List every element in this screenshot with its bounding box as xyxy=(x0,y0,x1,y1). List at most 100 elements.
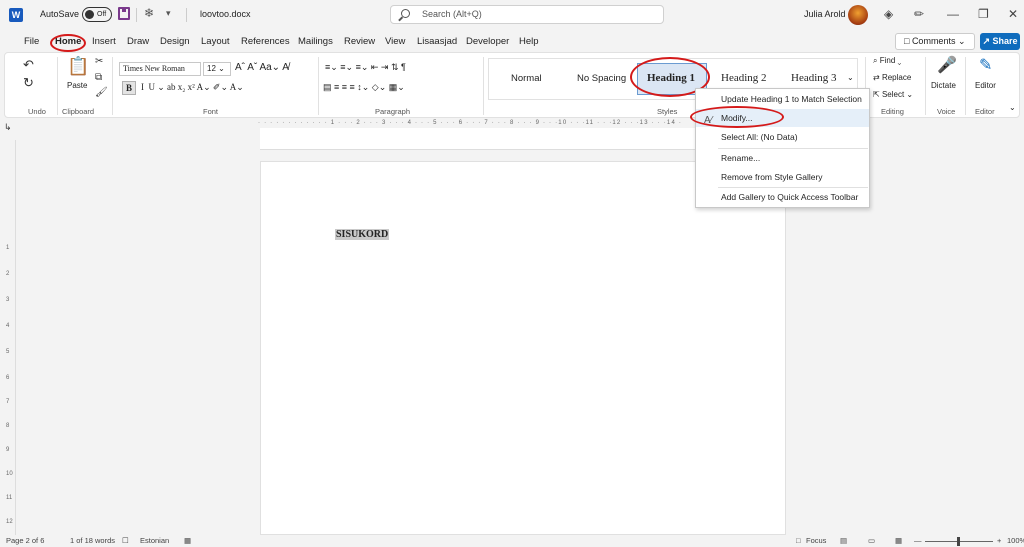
group-label-editing: Editing xyxy=(881,107,904,116)
vruler-number: 12 xyxy=(6,519,13,525)
menu-item-add-to-qat[interactable]: Add Gallery to Quick Access Toolbar xyxy=(696,188,869,206)
styles-scroll-icon[interactable]: ⌄ xyxy=(847,73,854,82)
tab-stop-selector[interactable]: ↳ xyxy=(4,122,12,133)
save-icon[interactable] xyxy=(118,7,130,20)
status-bar: Page 2 of 6 1 of 18 words ☐ Estonian ▦ □… xyxy=(0,535,1024,547)
read-mode-icon[interactable]: ▤ xyxy=(840,536,847,545)
style-normal[interactable]: Normal xyxy=(511,73,542,84)
vruler-number: 7 xyxy=(6,399,10,405)
language[interactable]: Estonian xyxy=(140,536,169,545)
find-button[interactable]: ⌕ Find ⌄ xyxy=(873,56,901,66)
editor-label[interactable]: Editor xyxy=(975,81,996,90)
focus-label[interactable]: Focus xyxy=(806,536,826,545)
quick-access-icon[interactable]: ❄ xyxy=(144,6,154,20)
tab-mailings[interactable]: Mailings xyxy=(298,36,333,47)
tab-developer[interactable]: Developer xyxy=(466,36,509,47)
title-bar: W AutoSave Off ❄ ▾ loovtoo.docx Search (… xyxy=(0,0,1024,30)
avatar[interactable] xyxy=(848,5,868,25)
document-page[interactable]: SISUKORD xyxy=(260,161,786,535)
minimize-icon[interactable]: — xyxy=(947,7,959,21)
font-size-value: 12 xyxy=(207,64,216,73)
group-divider xyxy=(57,57,58,115)
pen-icon[interactable]: ✏ xyxy=(914,7,924,21)
menu-item-remove-from-gallery[interactable]: Remove from Style Gallery xyxy=(696,168,869,186)
comments-button[interactable]: □ Comments ⌄ xyxy=(895,33,975,50)
style-heading-2[interactable]: Heading 2 xyxy=(721,72,767,84)
copy-icon[interactable]: ⧉ xyxy=(95,72,102,83)
tab-design[interactable]: Design xyxy=(160,36,190,47)
zoom-out-icon[interactable]: — xyxy=(914,536,922,545)
align-icons[interactable]: ▤ ≡ ≡ ≡ ↕⌄ ◇⌄ ▦⌄ xyxy=(323,82,405,93)
group-label-clipboard: Clipboard xyxy=(62,107,95,116)
collapse-ribbon-icon[interactable]: ⌄ xyxy=(1009,103,1016,112)
style-no-spacing[interactable]: No Spacing xyxy=(577,73,626,84)
undo-icon[interactable]: ↶ xyxy=(23,57,34,73)
paste-icon[interactable]: 📋 xyxy=(67,56,89,77)
microphone-icon[interactable]: 🎤 xyxy=(937,55,957,75)
tab-file[interactable]: File xyxy=(24,36,39,47)
close-icon[interactable]: ✕ xyxy=(1008,7,1018,21)
tab-help[interactable]: Help xyxy=(519,36,539,47)
vertical-ruler[interactable]: 1 2 3 4 5 6 7 8 9 10 11 12 xyxy=(4,140,16,535)
paste-label[interactable]: Paste xyxy=(67,81,87,90)
restore-icon[interactable]: ❐ xyxy=(978,7,989,21)
vruler-number: 4 xyxy=(6,323,10,329)
grow-font-icon[interactable]: Aˆ Aˇ Aa⌄ A̸ xyxy=(235,62,289,73)
replace-button[interactable]: ⇄ Replace xyxy=(873,73,911,82)
diamond-icon[interactable]: ◈ xyxy=(884,7,893,21)
tab-layout[interactable]: Layout xyxy=(201,36,230,47)
group-label-paragraph: Paragraph xyxy=(375,107,411,116)
autosave-label: AutoSave xyxy=(40,9,80,19)
group-divider xyxy=(925,57,926,115)
tab-lisaasjad[interactable]: Lisaasjad xyxy=(417,36,457,47)
document-filename[interactable]: loovtoo.docx xyxy=(200,9,251,19)
group-label-font: Font xyxy=(203,107,219,116)
tab-insert[interactable]: Insert xyxy=(92,36,116,47)
comments-label: Comments xyxy=(911,36,956,46)
style-context-menu: Update Heading 1 to Match Selection A⁄ M… xyxy=(695,88,870,208)
list-icons[interactable]: ≡⌄ ≡⌄ ≡⌄ ⇤ ⇥ ⇅ ¶ xyxy=(325,62,406,73)
zoom-in-icon[interactable]: + xyxy=(997,536,1001,545)
tab-home[interactable]: Home xyxy=(55,36,81,47)
web-layout-icon[interactable]: ▦ xyxy=(895,536,902,545)
accessibility-icon[interactable]: ▦ xyxy=(184,536,191,545)
font-size-select[interactable]: 12 ⌄ xyxy=(203,62,231,76)
text-format-icons[interactable]: I U ⌄ ab x₂ x² A⌄ ✐⌄ A⌄ xyxy=(141,82,244,93)
zoom-level[interactable]: 100% xyxy=(1007,536,1024,545)
menu-item-select-all[interactable]: Select All: (No Data) xyxy=(696,128,869,146)
tab-draw[interactable]: Draw xyxy=(127,36,149,47)
menu-item-modify[interactable]: A⁄ Modify... xyxy=(696,109,869,127)
print-layout-icon[interactable]: ▭ xyxy=(868,536,875,545)
tab-view[interactable]: View xyxy=(385,36,405,47)
focus-icon[interactable]: □ xyxy=(796,536,801,545)
format-painter-icon[interactable]: 🖌 xyxy=(95,87,108,98)
zoom-slider-thumb[interactable] xyxy=(957,537,960,546)
autosave-toggle[interactable]: Off xyxy=(82,7,112,22)
editor-icon[interactable]: ✎ xyxy=(979,55,992,75)
share-button[interactable]: ↗ Share xyxy=(980,33,1020,50)
style-heading-3[interactable]: Heading 3 xyxy=(791,72,837,84)
group-label-voice: Voice xyxy=(937,107,956,116)
style-heading-1[interactable]: Heading 1 xyxy=(647,72,695,84)
menu-item-update-heading[interactable]: Update Heading 1 to Match Selection xyxy=(696,90,869,108)
font-name-select[interactable]: Times New Roman xyxy=(119,62,201,76)
user-name[interactable]: Julia Arold xyxy=(804,9,846,19)
redo-icon[interactable]: ↻ xyxy=(23,75,34,91)
word-count[interactable]: 1 of 18 words xyxy=(70,536,115,545)
menu-item-rename[interactable]: Rename... xyxy=(696,149,869,167)
page-count[interactable]: Page 2 of 6 xyxy=(6,536,44,545)
search-box[interactable]: Search (Alt+Q) xyxy=(390,5,664,24)
tab-review[interactable]: Review xyxy=(344,36,375,47)
title-divider xyxy=(186,8,187,22)
ribbon-tabs: File Home Insert Draw Design Layout Refe… xyxy=(0,33,1024,51)
select-button[interactable]: ⇱ Select ⌄ xyxy=(873,90,913,99)
tab-references[interactable]: References xyxy=(241,36,290,47)
customize-qat-icon[interactable]: ▾ xyxy=(166,8,171,19)
bold-button[interactable]: B xyxy=(122,81,136,95)
font-name-value: Times New Roman xyxy=(123,64,185,73)
dictate-label[interactable]: Dictate xyxy=(931,81,956,90)
group-label-undo: Undo xyxy=(28,107,46,116)
proofing-icon[interactable]: ☐ xyxy=(122,536,129,545)
cut-icon[interactable]: ✂ xyxy=(95,56,103,67)
selected-heading-text[interactable]: SISUKORD xyxy=(335,229,390,240)
